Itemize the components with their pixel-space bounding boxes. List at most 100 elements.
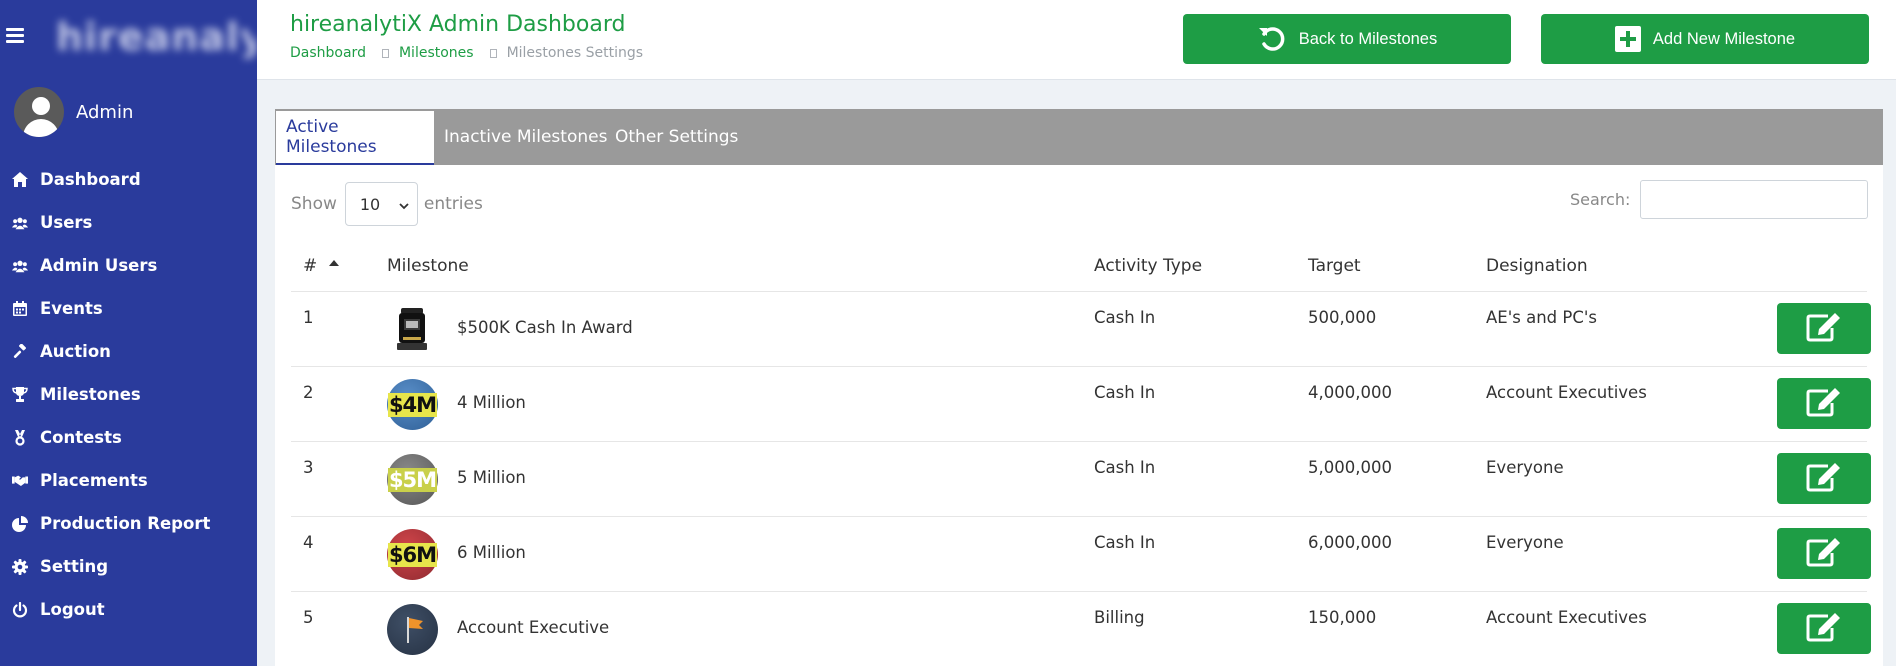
target-value: 4,000,000 bbox=[1308, 383, 1392, 402]
sidebar-item-admin-users[interactable]: Admin Users bbox=[0, 244, 257, 287]
designation: Account Executives bbox=[1486, 608, 1647, 627]
breadcrumb-dashboard[interactable]: Dashboard bbox=[290, 45, 366, 61]
sidebar-item-setting[interactable]: Setting bbox=[0, 545, 257, 588]
trophy-icon bbox=[12, 387, 28, 403]
milestone-name: 5 Million bbox=[457, 468, 526, 487]
handshake-icon bbox=[12, 473, 28, 489]
target-value: 500,000 bbox=[1308, 308, 1377, 327]
edit-button[interactable] bbox=[1777, 528, 1871, 579]
row-number: 5 bbox=[303, 608, 314, 627]
edit-button[interactable] bbox=[1777, 303, 1871, 354]
table-row: 3 $5M 5 Million Cash In 5,000,000 Everyo… bbox=[291, 442, 1871, 517]
award-trophy-image bbox=[387, 304, 438, 355]
top-header: hireanalytiX Admin Dashboard Dashboard M… bbox=[257, 0, 1896, 80]
target-value: 6,000,000 bbox=[1308, 533, 1392, 552]
tab-inactive-milestones[interactable]: Inactive Milestones bbox=[434, 109, 617, 165]
sidebar-item-auction[interactable]: Auction bbox=[0, 330, 257, 373]
row-number: 4 bbox=[303, 533, 314, 552]
power-icon bbox=[12, 601, 28, 618]
plus-square-icon bbox=[1614, 26, 1641, 52]
username: Admin bbox=[76, 101, 134, 123]
edit-icon bbox=[1806, 312, 1842, 346]
sidebar-item-contests[interactable]: Contests bbox=[0, 416, 257, 459]
sort-ascending-icon bbox=[329, 260, 340, 266]
designation: Everyone bbox=[1486, 458, 1564, 477]
sidebar-item-events[interactable]: Events bbox=[0, 287, 257, 330]
column-header-number[interactable]: # bbox=[303, 240, 340, 292]
breadcrumb-separator-icon bbox=[489, 48, 497, 58]
gear-icon bbox=[12, 558, 28, 575]
table-row: 1 $500K Cash In Award Cash In 500,000 AE… bbox=[291, 292, 1871, 367]
back-button-label: Back to Milestones bbox=[1298, 29, 1438, 48]
breadcrumb-milestones[interactable]: Milestones bbox=[399, 45, 474, 61]
activity-type: Cash In bbox=[1094, 533, 1156, 552]
show-label: Show bbox=[291, 194, 337, 214]
table-header: # Milestone Activity Type Target Designa… bbox=[291, 240, 1867, 292]
badge-6m-image: $6M bbox=[387, 529, 438, 580]
add-button-label: Add New Milestone bbox=[1652, 29, 1796, 48]
table-row: 5 Account Executive Billing 150,000 Acco… bbox=[291, 592, 1871, 666]
edit-button[interactable] bbox=[1777, 378, 1871, 429]
search-input[interactable] bbox=[1640, 180, 1869, 219]
row-number: 2 bbox=[303, 383, 314, 402]
milestone-name: Account Executive bbox=[457, 618, 610, 637]
activity-type: Cash In bbox=[1094, 458, 1156, 477]
target-value: 5,000,000 bbox=[1308, 458, 1392, 477]
back-to-milestones-button[interactable]: Back to Milestones bbox=[1183, 14, 1511, 64]
hamburger-menu-icon[interactable] bbox=[6, 28, 24, 46]
sidebar-item-milestones[interactable]: Milestones bbox=[0, 373, 257, 416]
sidebar-item-production-report[interactable]: Production Report bbox=[0, 502, 257, 545]
tab-other-settings[interactable]: Other Settings bbox=[605, 109, 748, 165]
edit-button[interactable] bbox=[1777, 603, 1871, 654]
flag-badge-image bbox=[387, 604, 438, 655]
sidebar: hireanalytix Admin Dashboard Users Admin… bbox=[0, 0, 257, 666]
column-header-activity-type[interactable]: Activity Type bbox=[1094, 240, 1202, 292]
users-icon bbox=[12, 215, 28, 231]
sidebar-nav: Dashboard Users Admin Users Events Aucti… bbox=[0, 158, 257, 631]
tab-active-milestones[interactable]: Active Milestones bbox=[276, 109, 434, 165]
medal-icon bbox=[12, 429, 28, 446]
edit-icon bbox=[1806, 612, 1842, 646]
badge-5m-image: $5M bbox=[387, 454, 438, 505]
refresh-icon bbox=[1257, 24, 1287, 54]
edit-icon bbox=[1806, 537, 1842, 571]
column-header-milestone[interactable]: Milestone bbox=[387, 240, 469, 292]
entries-select[interactable]: 10 bbox=[344, 182, 418, 226]
entries-length-control: Show 10 entries bbox=[291, 182, 483, 226]
milestone-name: 6 Million bbox=[457, 543, 526, 562]
avatar bbox=[12, 85, 66, 139]
table-row: 2 $4M 4 Million Cash In 4,000,000 Accoun… bbox=[291, 367, 1871, 442]
pie-chart-icon bbox=[12, 515, 28, 532]
row-number: 1 bbox=[303, 308, 314, 327]
sidebar-item-dashboard[interactable]: Dashboard bbox=[0, 158, 257, 201]
target-value: 150,000 bbox=[1308, 608, 1377, 627]
designation: AE's and PC's bbox=[1486, 308, 1597, 327]
entries-label: entries bbox=[423, 194, 483, 214]
badge-4m-image: $4M bbox=[387, 379, 438, 430]
logo: hireanalytix bbox=[56, 15, 256, 59]
gavel-icon bbox=[12, 343, 28, 360]
sidebar-item-logout[interactable]: Logout bbox=[0, 588, 257, 631]
activity-type: Cash In bbox=[1094, 383, 1156, 402]
table-row: 4 $6M 6 Million Cash In 6,000,000 Everyo… bbox=[291, 517, 1871, 592]
tab-bar: Active Milestones Inactive Milestones Ot… bbox=[275, 109, 1883, 165]
column-header-target[interactable]: Target bbox=[1308, 240, 1361, 292]
add-new-milestone-button[interactable]: Add New Milestone bbox=[1541, 14, 1869, 64]
edit-icon bbox=[1806, 462, 1842, 496]
designation: Everyone bbox=[1486, 533, 1564, 552]
breadcrumb-current: Milestones Settings bbox=[506, 45, 644, 61]
sidebar-item-users[interactable]: Users bbox=[0, 201, 257, 244]
edit-icon bbox=[1806, 387, 1842, 421]
user-profile: Admin bbox=[12, 84, 133, 140]
designation: Account Executives bbox=[1486, 383, 1647, 402]
sidebar-item-placements[interactable]: Placements bbox=[0, 459, 257, 502]
search-control: Search: bbox=[1570, 180, 1869, 219]
row-number: 3 bbox=[303, 458, 314, 477]
activity-type: Cash In bbox=[1094, 308, 1156, 327]
search-label: Search: bbox=[1570, 190, 1631, 209]
edit-button[interactable] bbox=[1777, 453, 1871, 504]
activity-type: Billing bbox=[1094, 608, 1145, 627]
milestone-name: $500K Cash In Award bbox=[457, 318, 633, 337]
users-icon bbox=[12, 258, 28, 274]
column-header-designation[interactable]: Designation bbox=[1486, 240, 1588, 292]
